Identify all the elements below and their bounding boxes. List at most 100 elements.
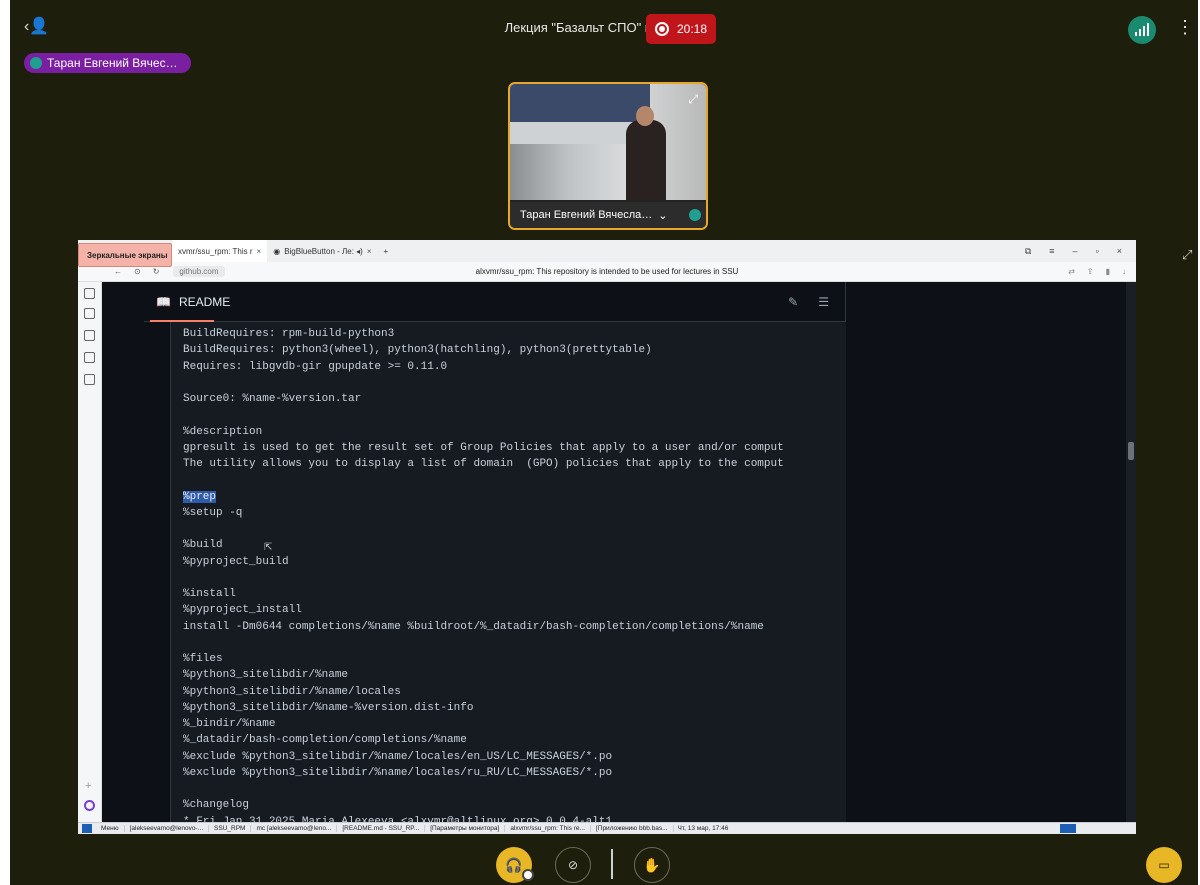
browser-tabbar: xvmr/ssu_rpm: This r × ◉ BigBlueButton -… — [78, 240, 1136, 262]
code-line: %python3_sitelibdir/%name/locales — [183, 685, 401, 698]
kebab-icon[interactable]: ⋮ — [1176, 18, 1194, 36]
webcam-tile[interactable]: ⤢ Таран Евгений Вячесла… ⌄ — [508, 82, 708, 230]
headphones-icon: 🎧 — [505, 856, 523, 873]
webcam-user-name: Таран Евгений Вячесла… — [520, 209, 653, 221]
code-line: The utility allows you to display a list… — [183, 458, 784, 470]
code-line: %exclude %python3_sitelibdir/%name/local… — [183, 750, 613, 763]
presenter-figure — [626, 106, 666, 200]
code-line: %exclude %python3_sitelibdir/%name/local… — [183, 766, 613, 779]
code-line: %description — [183, 425, 263, 438]
user-icon: 👤 — [29, 18, 50, 35]
code-line: %pyproject_build — [183, 555, 289, 568]
code-line: install -Dm0644 completions/%name %build… — [183, 620, 764, 633]
taskbar-item[interactable]: SSU_RPM — [209, 825, 252, 832]
code-line: %changelog — [183, 799, 250, 812]
signal-bars-icon[interactable] — [1128, 16, 1156, 44]
fullscreen-icon[interactable]: ⤢ — [688, 92, 698, 107]
meeting-title: Лекция "Базальт СПО" в СГУ| — [10, 20, 1198, 35]
mirror-screens-label: Зеркальные экраны — [78, 243, 172, 267]
window-controls: ⧉ ≡ – ▫ × — [1025, 246, 1136, 257]
code-line: %python3_sitelibdir/%name-%version.dist-… — [183, 701, 474, 714]
restore-icon[interactable]: ▫ — [1096, 246, 1099, 257]
browser-sidebar: + — [78, 282, 102, 822]
scrollbar-thumb[interactable] — [1128, 442, 1134, 460]
taskbar-clock: Чт, 13 мар, 17:46 — [677, 825, 729, 832]
microphone-icon — [689, 209, 701, 221]
code-line: gpresult is used to get the result set o… — [183, 441, 784, 454]
workspace-icon[interactable] — [84, 374, 95, 385]
close-icon[interactable]: × — [367, 247, 372, 256]
menu-icon[interactable]: ≡ — [1049, 246, 1054, 257]
history-icon[interactable] — [84, 288, 95, 299]
talking-user-name: Таран Евгений Вячес… — [47, 56, 178, 70]
os-taskbar: Меню [alekseevamo@lenovo-... SSU_RPM mc [al… — [78, 822, 1136, 834]
play-icon[interactable] — [84, 352, 95, 363]
screenshot-icon[interactable] — [84, 330, 95, 341]
code-line: %install — [183, 588, 236, 600]
talking-indicator[interactable]: Таран Евгений Вячес… — [24, 53, 191, 73]
code-line: Source0: %name-%version.tar — [183, 393, 362, 405]
code-line: BuildRequires: rpm-build-python3 — [183, 328, 395, 340]
github-right-area — [846, 282, 1136, 822]
github-gutter — [102, 282, 144, 822]
taskbar-item[interactable]: [Приложению bbb.bas... — [591, 825, 674, 832]
mouse-cursor-icon: ⇱ — [264, 542, 273, 553]
taskbar-item[interactable]: alxvmr/ssu_rpm: This re... — [505, 825, 591, 832]
readme-panel: 📖 README ✎ ☰ BuildRequires: rpm-build-py… — [144, 282, 846, 822]
start-menu-icon[interactable] — [82, 824, 92, 833]
code-line: %build — [183, 539, 223, 552]
microphone-icon — [30, 57, 42, 69]
address-bar: ← ⊙ ↻ github.com alxvmr/ssu_rpm: This re… — [78, 262, 1136, 282]
new-tab-button[interactable]: + — [378, 240, 395, 262]
code-line: %_bindir/%name — [183, 718, 276, 730]
projection — [510, 84, 650, 122]
camera-off-icon: ⊘ — [567, 858, 579, 872]
fullscreen-icon[interactable]: ⤢ — [1182, 247, 1192, 263]
code-line: %prep — [183, 490, 217, 503]
record-icon — [654, 22, 669, 36]
webcam-name-bar: Таран Евгений Вячесла… ⌄ — [510, 202, 706, 228]
close-icon[interactable]: × — [257, 247, 262, 256]
chevron-down-icon[interactable]: ⌄ — [658, 209, 667, 222]
audio-button[interactable]: 🎧 — [496, 847, 534, 883]
taskbar-item[interactable]: Меню — [96, 825, 125, 832]
hand-icon: ✋ — [643, 856, 661, 873]
assistant-icon[interactable] — [84, 800, 95, 811]
recording-timer: 20:18 — [676, 22, 708, 36]
code-line: Requires: libgvdb-gir gpupdate >= 0.11.0 — [183, 360, 448, 373]
taskbar-item[interactable]: mc [alekseevamo@leno... — [251, 825, 338, 832]
book-icon: 📖 — [156, 294, 171, 309]
tab-label: BigBlueButton - Ле: ◂) — [284, 246, 363, 256]
user-list-toggle[interactable]: ‹👤 — [24, 16, 49, 36]
outline-icon[interactable]: ☰ — [818, 295, 829, 309]
video-button[interactable]: ⊘ — [555, 847, 591, 883]
webcam-video — [510, 84, 706, 200]
code-line: %setup -q — [183, 506, 243, 519]
code-line: %_datadir/bash-completion/completions/%n… — [183, 734, 467, 747]
readme-tab[interactable]: README — [179, 295, 230, 309]
code-block: BuildRequires: rpm-build-python3 BuildRe… — [170, 322, 846, 822]
code-line: %files — [183, 653, 223, 665]
code-line: BuildRequires: python3(wheel), python3(h… — [183, 344, 652, 357]
presentation-icon: ▭ — [1158, 858, 1170, 872]
extensions-icon[interactable]: ⧉ — [1025, 246, 1031, 257]
meeting-app: ‹👤 Лекция "Базальт СПО" в СГУ| 20:18 ⋮ Т… — [10, 0, 1198, 885]
browser-taskbar-icon[interactable] — [1060, 824, 1076, 833]
notes-icon[interactable] — [84, 308, 95, 319]
raise-hand-button[interactable]: ✋ — [634, 847, 670, 883]
code-text: BuildRequires: rpm-build-python3 BuildRe… — [183, 326, 846, 822]
edit-icon[interactable]: ✎ — [788, 295, 798, 309]
presentation-button[interactable]: ▭ — [1146, 847, 1182, 883]
browser-tab[interactable]: ◉ BigBlueButton - Ле: ◂) × — [267, 240, 377, 262]
audio-settings-badge[interactable] — [522, 869, 534, 881]
taskbar-item[interactable]: [Параметры монитора] — [425, 825, 506, 832]
taskbar-item[interactable]: [README.md - SSU_RP... — [337, 825, 426, 832]
minimize-icon[interactable]: – — [1073, 246, 1078, 257]
close-icon[interactable]: × — [1117, 246, 1122, 257]
recording-indicator[interactable]: 20:18 — [646, 14, 716, 44]
page-scrollbar[interactable] — [1126, 282, 1136, 822]
taskbar-item[interactable]: [alekseevamo@lenovo-... — [125, 825, 210, 832]
readme-header: 📖 README ✎ ☰ — [144, 282, 845, 322]
browser-tab[interactable]: xvmr/ssu_rpm: This r × — [172, 240, 268, 262]
add-icon[interactable]: + — [85, 780, 91, 792]
